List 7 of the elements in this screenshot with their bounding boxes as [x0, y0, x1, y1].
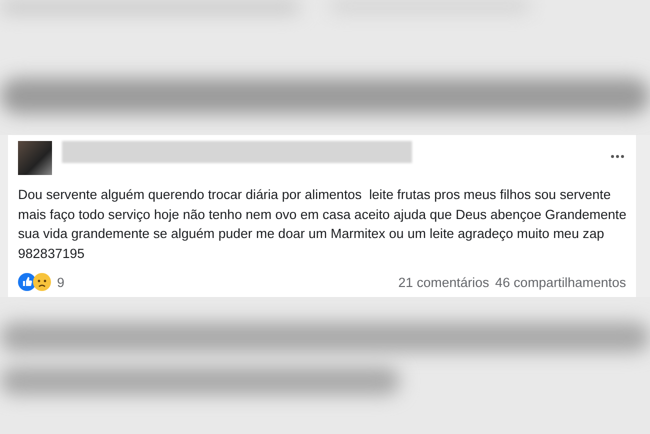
more-options-icon[interactable]: [609, 153, 626, 160]
pixelated-avatar: [18, 141, 52, 175]
post-text: Dou servente alguém querendo trocar diária por alimentos leite frutas pros meus filhos sou servente mais faço todo serviço hoje não tenho nem ovo em casa aceito ajuda que Deus abençoe Grandemente sua vida grandemente se alguém puder me doar um Marmitex ou um leite agradeço muito meu zap 982837195: [18, 186, 628, 262]
comment-count[interactable]: 21 comentários: [398, 274, 490, 290]
sad-reaction-icon: [33, 273, 51, 291]
share-count[interactable]: 46 compartilhamentos: [495, 274, 626, 290]
reaction-count[interactable]: 9: [57, 274, 64, 290]
